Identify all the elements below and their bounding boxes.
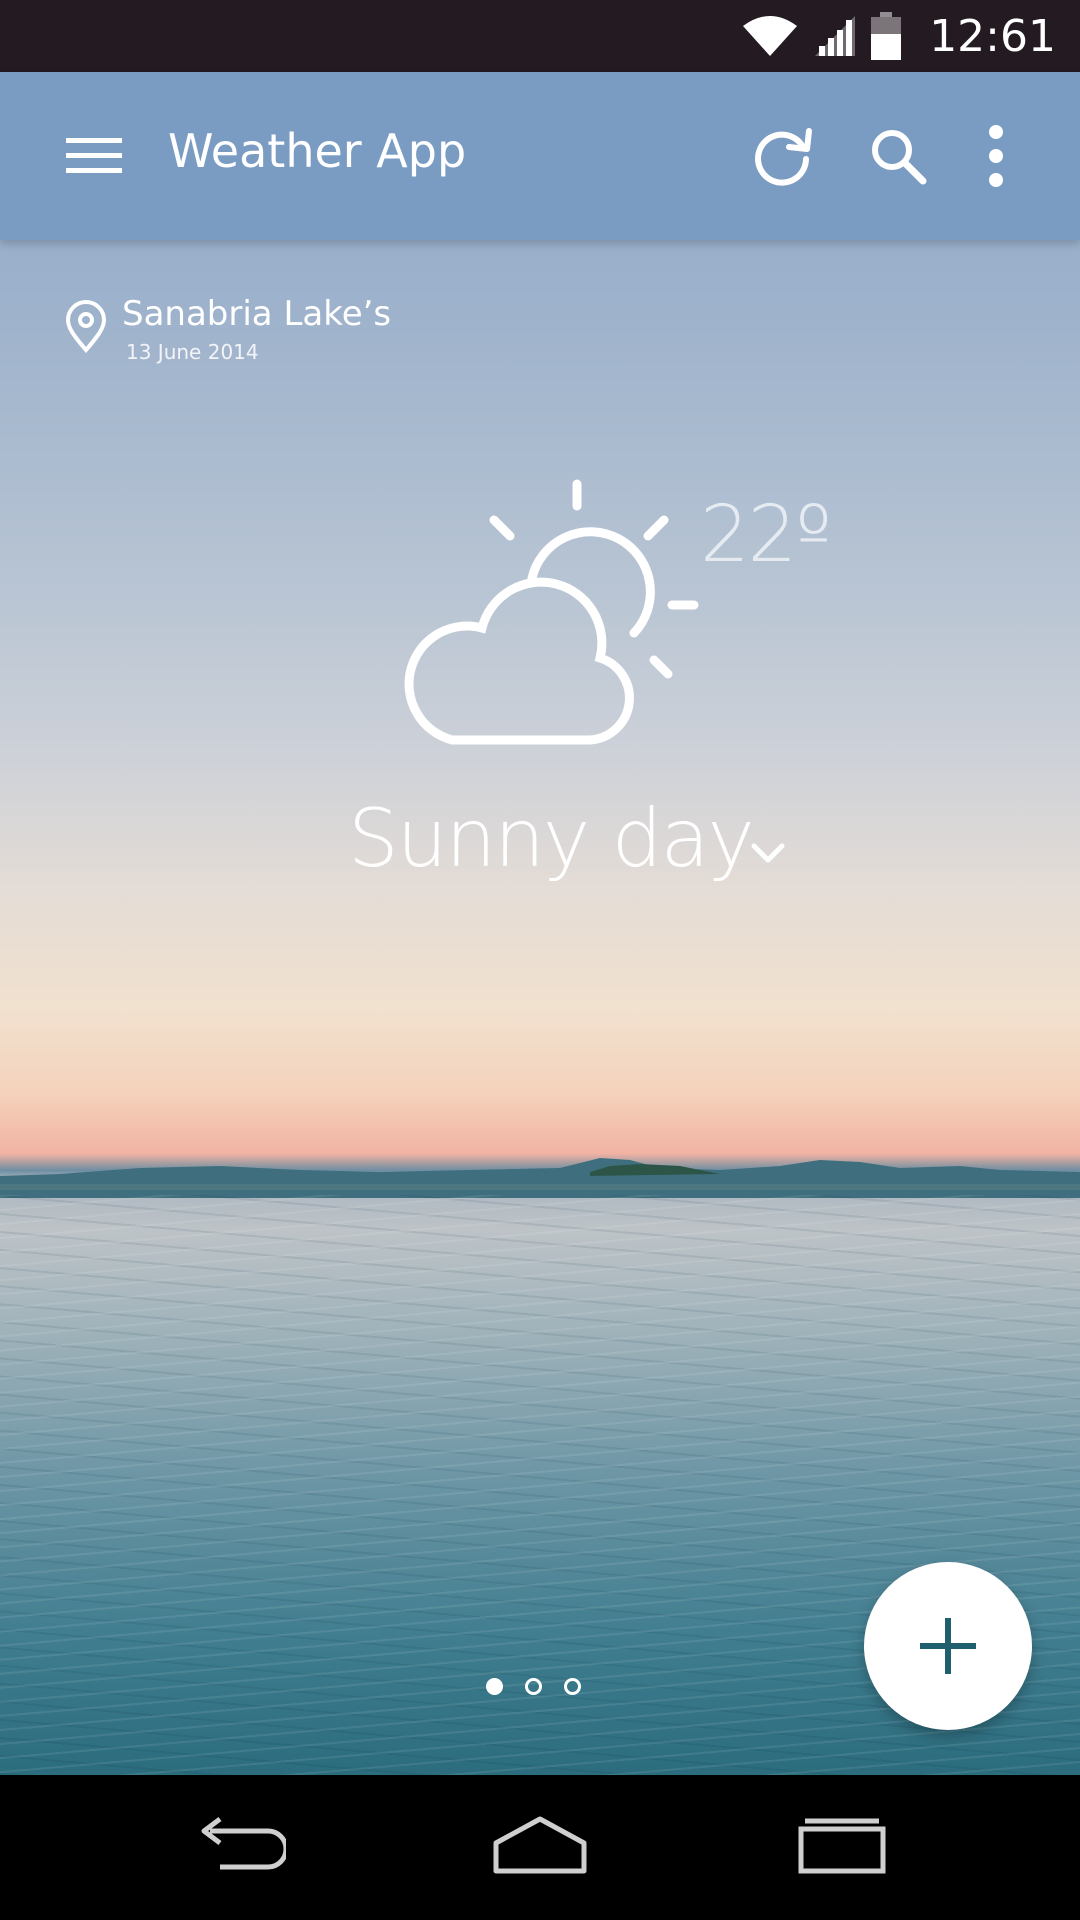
location-pin-icon [65,300,107,354]
distant-hills [0,1158,1080,1198]
menu-button[interactable] [50,112,138,200]
back-button[interactable] [168,1795,308,1895]
battery-icon [871,12,902,60]
location-name: Sanabria Lake’s [122,294,392,334]
page-dot[interactable] [486,1678,503,1695]
add-button[interactable] [864,1562,1032,1730]
location-date: 13 June 2014 [126,340,259,364]
refresh-icon [755,128,812,186]
signal-icon [815,16,856,56]
back-icon [201,1817,286,1870]
chevron-down-icon[interactable] [748,836,788,870]
condition-label[interactable]: Sunny day [348,792,755,885]
page-indicator [486,1678,581,1695]
app-title: Weather App [168,124,467,178]
app-bar: Weather App [0,72,1080,240]
partly-cloudy-icon [404,479,699,745]
navigation-bar [0,1775,1080,1920]
more-options-button[interactable] [952,112,1040,200]
recents-icon [798,1818,886,1874]
page-dot[interactable] [525,1678,542,1695]
page-dot[interactable] [564,1678,581,1695]
status-time: 12:61 [929,10,1056,62]
wifi-icon [743,16,798,56]
search-icon [872,130,927,185]
add-icon [920,1618,976,1674]
search-button[interactable] [854,112,942,200]
status-icons: 12:61 [741,0,1056,72]
weather-screen: 12:61 Weather App Sanabria Lake’s 13 Jun… [0,0,1080,1920]
refresh-button[interactable] [738,112,826,200]
status-bar: 12:61 [0,0,1080,72]
menu-icon [66,138,122,173]
temperature: 22º [700,490,832,580]
home-icon [493,1816,587,1874]
recents-button[interactable] [772,1795,912,1895]
home-button[interactable] [470,1795,610,1895]
more-vert-icon [989,125,1003,187]
